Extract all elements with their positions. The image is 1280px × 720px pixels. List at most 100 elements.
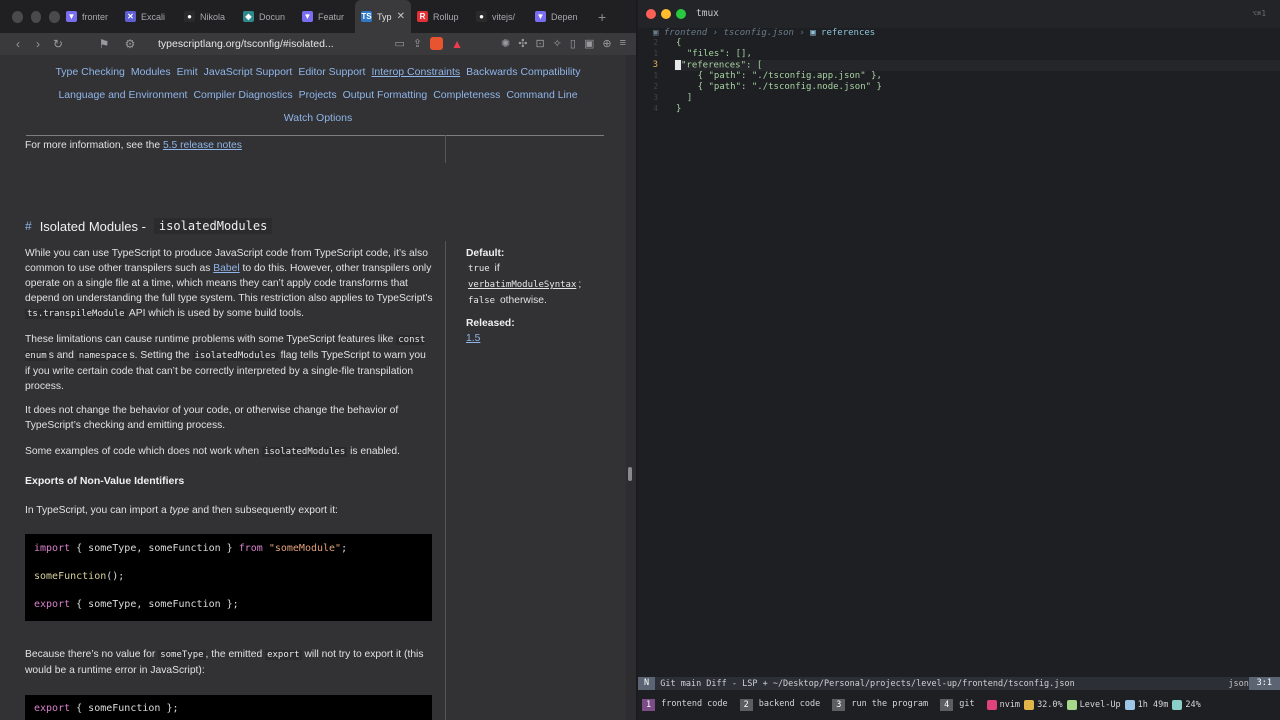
browser-tab[interactable]: ✕ Excali: [119, 0, 178, 33]
tab-favicon-icon: ●: [476, 11, 487, 22]
scrollbar-thumb[interactable]: [628, 467, 632, 481]
back-icon[interactable]: ‹: [8, 37, 28, 51]
released-label: Released:: [466, 318, 515, 329]
tab-favicon-icon: ▼: [535, 11, 546, 22]
tmux-statusbar: 1 frontend code 2 backend code 3 run the prog…: [638, 698, 1280, 712]
reload-icon[interactable]: ↻: [48, 37, 68, 51]
close-tab-icon[interactable]: ✕: [397, 11, 405, 22]
category-nav-link[interactable]: Projects: [299, 89, 337, 101]
browser-tab[interactable]: ● vitejs/: [470, 0, 529, 33]
code-keyword: import: [34, 543, 71, 554]
category-nav-row-2: Language and Environment Compiler Diagnos…: [0, 89, 626, 101]
breadcrumb-item[interactable]: frontend: [664, 28, 707, 38]
category-nav-link[interactable]: Output Formatting: [343, 89, 428, 101]
browser-tab[interactable]: ▼ fronter: [60, 0, 119, 33]
code-keyword: from: [238, 543, 263, 554]
category-nav-link[interactable]: Editor Support: [298, 66, 365, 78]
tmux-window-index[interactable]: 1: [642, 699, 656, 711]
category-nav-link[interactable]: Completeness: [433, 89, 500, 101]
code-keyword: export: [34, 599, 71, 610]
release-notes-link[interactable]: 5.5 release notes: [163, 140, 242, 151]
category-nav-link[interactable]: Command Line: [506, 89, 577, 101]
tmux-window-name[interactable]: backend code: [753, 699, 828, 711]
code-block[interactable]: import { someType, someFunction } from "…: [25, 534, 432, 621]
ai-icon[interactable]: ✧: [553, 37, 562, 51]
category-nav-link[interactable]: Modules: [131, 66, 171, 78]
paragraph-2: These limitations can cause runtime prob…: [25, 332, 433, 394]
cast-icon[interactable]: ▭: [395, 37, 405, 51]
site-info-icon[interactable]: ⚙: [120, 37, 140, 51]
close-window-button[interactable]: [646, 9, 656, 19]
browser-tab[interactable]: ▼ Featur: [296, 0, 355, 33]
browser-tab[interactable]: R Rollup: [411, 0, 470, 33]
browser-tab[interactable]: ● Nikola: [178, 0, 237, 33]
para6-text: Because there’s no value for: [25, 649, 159, 660]
category-nav-link[interactable]: Type Checking: [55, 66, 124, 78]
clock-icon: [1124, 700, 1135, 710]
tmux-window-index[interactable]: 2: [739, 699, 753, 711]
category-nav-link[interactable]: JavaScript Support: [204, 66, 293, 78]
verbatim-module-syntax-link[interactable]: verbatimModuleSyntax: [466, 280, 578, 290]
cpu-usage: 32.0%: [1037, 700, 1063, 710]
close-window-button[interactable]: [12, 10, 23, 23]
zoom-window-button[interactable]: [676, 9, 686, 19]
scrollbar[interactable]: [626, 55, 636, 720]
category-nav-link[interactable]: Emit: [177, 66, 198, 78]
code-block[interactable]: export { someFunction };: [25, 695, 432, 720]
default-true: true: [468, 264, 490, 274]
code-text: ]: [676, 93, 693, 103]
browser-tab[interactable]: ◆ Docun: [237, 0, 296, 33]
category-nav-link[interactable]: Backwards Compatibility: [466, 66, 580, 78]
bookmark-icon[interactable]: ⚑: [94, 37, 114, 51]
code-line: { "path": "./tsconfig.app.json" },: [676, 71, 882, 82]
tmux-window-name[interactable]: git: [953, 699, 982, 711]
tmux-window-index[interactable]: 3: [832, 699, 846, 711]
inline-code: export: [265, 650, 302, 660]
terminal-titlebar: tmux ⌥⌘1: [638, 0, 1280, 28]
zoom-window-button[interactable]: [49, 10, 61, 23]
brave-rewards-icon[interactable]: ▲: [451, 37, 463, 51]
forward-icon[interactable]: ›: [28, 37, 48, 51]
breadcrumb-item[interactable]: tsconfig.json: [723, 28, 793, 38]
screenshot-icon[interactable]: ⊡: [535, 37, 544, 51]
menu-icon[interactable]: ≡: [620, 37, 626, 51]
minimize-window-button[interactable]: [661, 9, 671, 19]
address-bar[interactable]: typescriptlang.org/tsconfig/#isolated...: [158, 38, 395, 50]
code-line: ]: [676, 93, 692, 104]
para2-text: These limitations can cause runtime prob…: [25, 334, 397, 345]
share-icon[interactable]: ⇪: [413, 37, 422, 51]
browser-tab[interactable]: TS Typ ✕: [355, 0, 411, 33]
puzzle-icon[interactable]: ✣: [518, 37, 527, 51]
category-nav-link[interactable]: Language and Environment: [58, 89, 187, 101]
sidebar-icon[interactable]: ▯: [570, 37, 576, 51]
wallet-icon[interactable]: ▣: [584, 37, 594, 51]
tmux-window-index[interactable]: 4: [940, 699, 954, 711]
babel-link[interactable]: Babel: [213, 263, 239, 274]
brave-shield-icon[interactable]: [430, 37, 444, 50]
new-tab-button[interactable]: +: [588, 9, 606, 25]
category-nav-link[interactable]: Watch Options: [284, 112, 352, 124]
default-false: false: [468, 296, 496, 306]
inline-code: namespace: [76, 351, 130, 361]
tmux-window-name[interactable]: run the program: [845, 699, 936, 711]
cursor-position: 3:1: [1248, 677, 1280, 690]
tmux-window-name[interactable]: frontend code: [655, 699, 736, 711]
line-number: 1: [653, 71, 658, 80]
category-nav-link[interactable]: Compiler Diagnostics: [193, 89, 292, 101]
anchor-link[interactable]: #: [25, 219, 32, 233]
code-text: ();: [106, 571, 125, 582]
divider: [26, 135, 604, 136]
extension-icon[interactable]: ✺: [501, 37, 510, 51]
tab-favicon-icon: ●: [184, 11, 195, 22]
minimize-window-button[interactable]: [30, 10, 42, 23]
browser-tab[interactable]: ▼ Depen: [529, 0, 588, 33]
breadcrumb-item[interactable]: references: [821, 28, 875, 38]
vpn-icon[interactable]: ⊕: [602, 37, 611, 51]
terminal-shortcut: ⌥⌘1: [1252, 9, 1266, 18]
window-controls: [0, 10, 61, 23]
battery-level: 24%: [1185, 700, 1201, 710]
para5-text: In TypeScript, you can import a: [25, 505, 170, 516]
category-nav-link[interactable]: Interop Constraints: [371, 66, 460, 78]
code-line: {: [676, 38, 681, 49]
release-version-link[interactable]: 1.5: [466, 333, 480, 344]
